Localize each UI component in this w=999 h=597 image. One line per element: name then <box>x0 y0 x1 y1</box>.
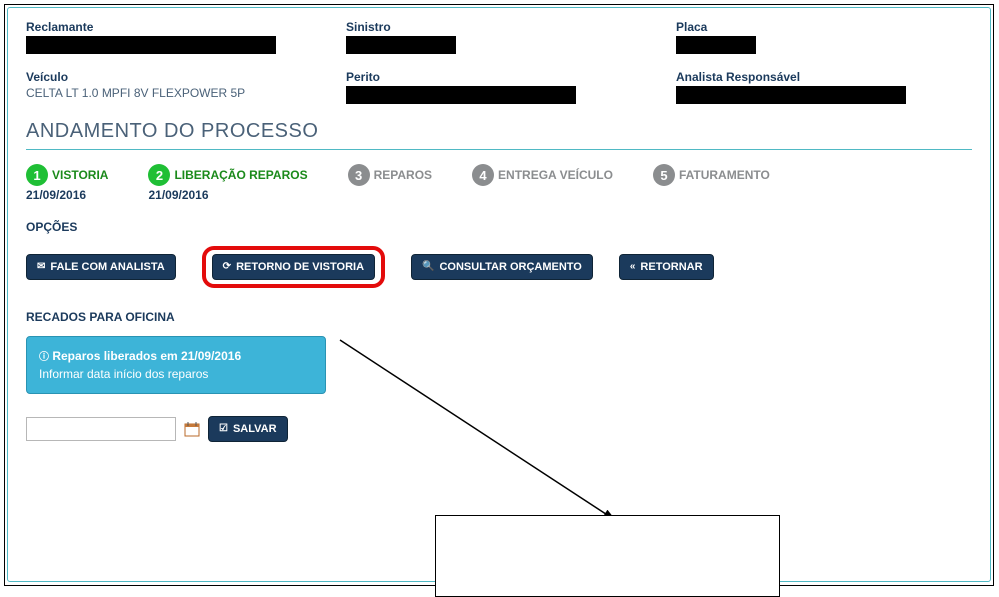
placa-label: Placa <box>676 20 972 34</box>
main-panel: Reclamante Sinistro Placa Veículo CELTA … <box>7 7 991 582</box>
step-reparos: 3 REPAROS <box>348 164 432 186</box>
sinistro-label: Sinistro <box>346 20 676 34</box>
options-button-row: ✉ FALE COM ANALISTA ⟳ RETORNO DE VISTORI… <box>26 246 972 288</box>
step-label-3: REPAROS <box>374 168 432 182</box>
recados-title: RECADOS PARA OFICINA <box>26 310 972 324</box>
sinistro-value-redacted <box>346 36 456 54</box>
salvar-label: SALVAR <box>233 423 277 435</box>
veiculo-label: Veículo <box>26 70 346 84</box>
analista-label: Analista Responsável <box>676 70 972 84</box>
consultar-orcamento-button[interactable]: 🔍 CONSULTAR ORÇAMENTO <box>411 254 593 280</box>
date-input[interactable] <box>26 417 176 441</box>
step-num-2: 2 <box>148 164 170 186</box>
calendar-icon[interactable] <box>184 421 200 437</box>
retornar-label: RETORNAR <box>640 261 702 273</box>
reclamante-label: Reclamante <box>26 20 346 34</box>
veiculo-value: CELTA LT 1.0 MPFI 8V FLEXPOWER 5P <box>26 86 346 100</box>
placa-value-redacted <box>676 36 756 54</box>
step-liberacao: 2 LIBERAÇÃO REPAROS 21/09/2016 <box>148 164 307 202</box>
fale-com-analista-button[interactable]: ✉ FALE COM ANALISTA <box>26 254 176 280</box>
step-num-4: 4 <box>472 164 494 186</box>
step-label-2: LIBERAÇÃO REPAROS <box>174 168 307 182</box>
step-label-4: ENTREGA VEÍCULO <box>498 168 613 182</box>
info-row-1: Reclamante Sinistro Placa <box>26 20 972 54</box>
retornar-button[interactable]: « RETORNAR <box>619 254 714 280</box>
callout-line1: Reparos liberados em 21/09/2016 <box>52 349 241 363</box>
back-icon: « <box>630 262 636 272</box>
step-faturamento: 5 FATURAMENTO <box>653 164 770 186</box>
section-title: ANDAMENTO DO PROCESSO <box>26 120 972 150</box>
step-label-5: FATURAMENTO <box>679 168 770 182</box>
step-date-1: 21/09/2016 <box>26 188 108 202</box>
perito-label: Perito <box>346 70 676 84</box>
retorno-label: RETORNO DE VISTORIA <box>236 261 364 273</box>
process-steps: 1 VISTORIA 21/09/2016 2 LIBERAÇÃO REPARO… <box>26 164 972 202</box>
search-icon: 🔍 <box>422 262 434 272</box>
step-num-5: 5 <box>653 164 675 186</box>
step-num-3: 3 <box>348 164 370 186</box>
perito-value-redacted <box>346 86 576 104</box>
recados-callout: ⓘ Reparos liberados em 21/09/2016 Inform… <box>26 336 326 394</box>
refresh-icon: ⟳ <box>223 262 231 272</box>
step-entrega: 4 ENTREGA VEÍCULO <box>472 164 613 186</box>
step-date-2: 21/09/2016 <box>148 188 307 202</box>
outer-frame: Reclamante Sinistro Placa Veículo CELTA … <box>4 4 994 586</box>
fale-label: FALE COM ANALISTA <box>50 261 164 273</box>
save-row: ☑ SALVAR <box>26 416 972 442</box>
callout-line2: Informar data início dos reparos <box>39 365 313 383</box>
step-label-1: VISTORIA <box>52 168 108 182</box>
step-vistoria: 1 VISTORIA 21/09/2016 <box>26 164 108 202</box>
analista-value-redacted <box>676 86 906 104</box>
info-icon: ⓘ <box>39 352 49 363</box>
info-row-2: Veículo CELTA LT 1.0 MPFI 8V FLEXPOWER 5… <box>26 70 972 104</box>
opcoes-title: OPÇÕES <box>26 220 972 234</box>
check-icon: ☑ <box>219 424 228 434</box>
salvar-button[interactable]: ☑ SALVAR <box>208 416 288 442</box>
retorno-de-vistoria-button[interactable]: ⟳ RETORNO DE VISTORIA <box>212 254 375 280</box>
mail-icon: ✉ <box>37 262 45 272</box>
reclamante-value-redacted <box>26 36 276 54</box>
step-num-1: 1 <box>26 164 48 186</box>
annotation-box <box>435 515 780 597</box>
highlight-ring: ⟳ RETORNO DE VISTORIA <box>202 246 385 288</box>
consultar-label: CONSULTAR ORÇAMENTO <box>439 261 581 273</box>
